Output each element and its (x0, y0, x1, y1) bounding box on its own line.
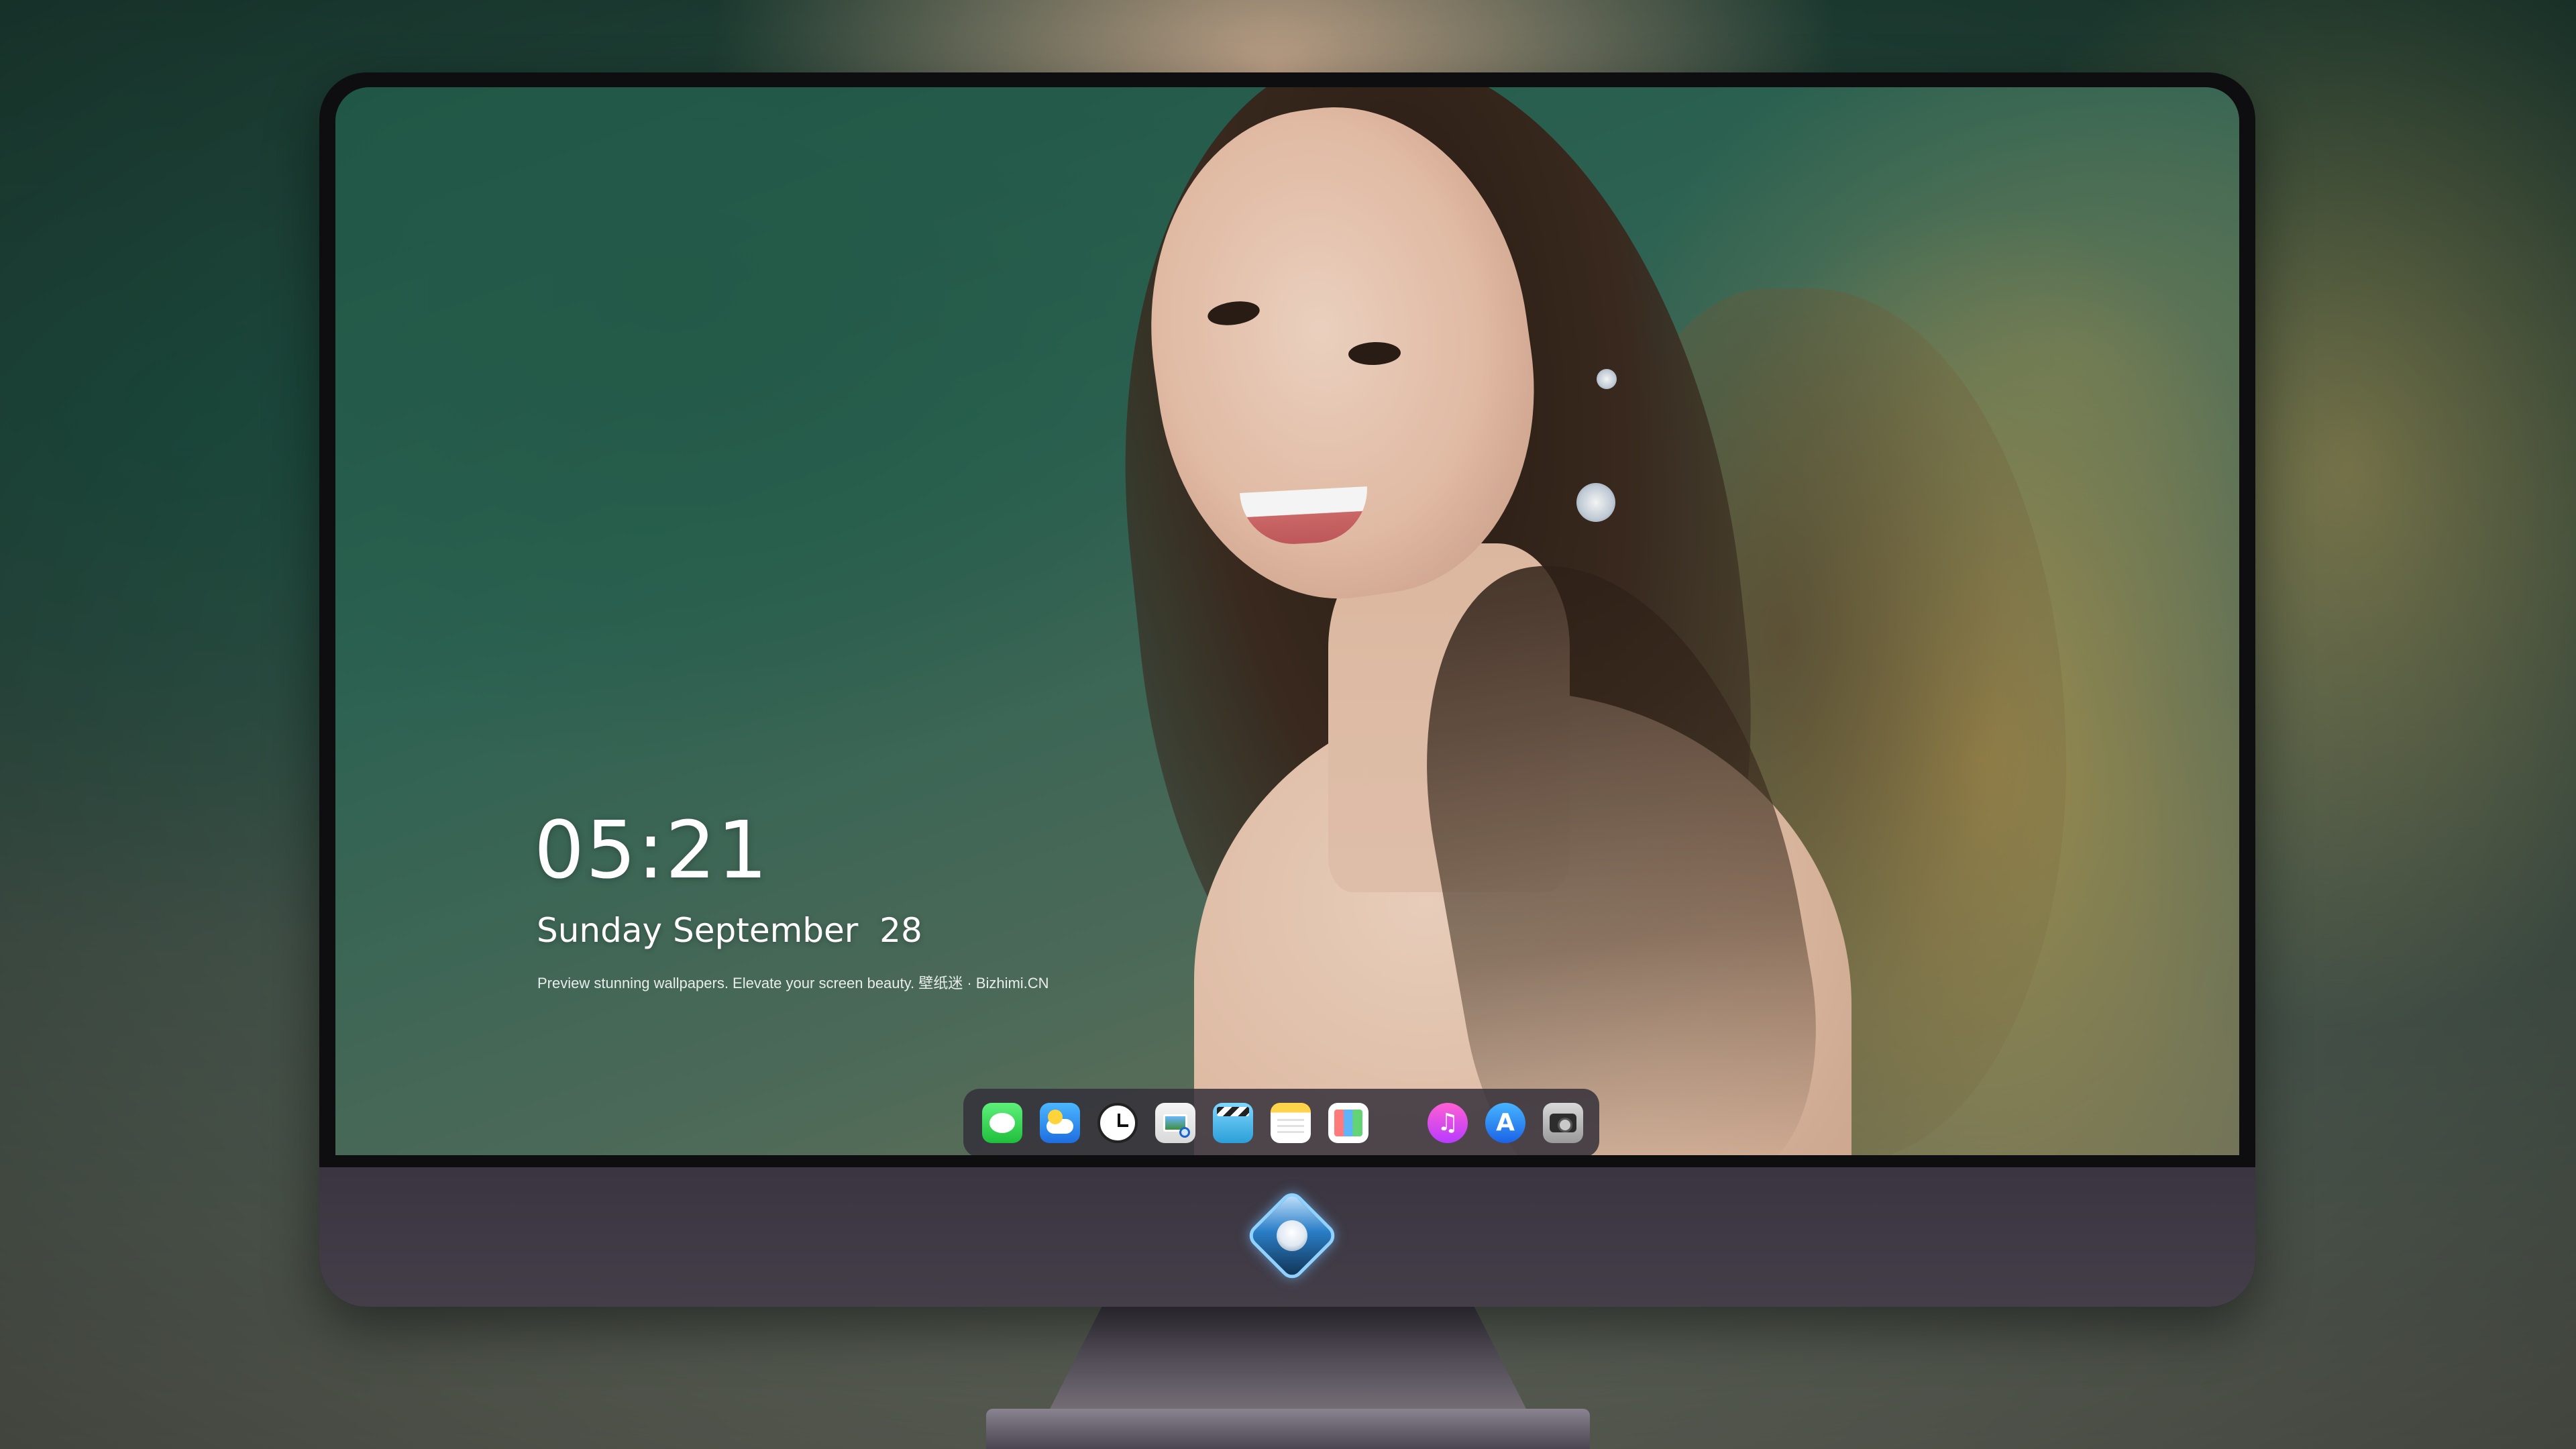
calendar-icon[interactable] (1328, 1103, 1368, 1143)
app-store-glyph: A (1496, 1109, 1515, 1136)
clapperboard-icon[interactable] (1213, 1103, 1253, 1143)
calendar-grid-icon (1334, 1110, 1362, 1136)
app-store-icon[interactable]: A (1485, 1103, 1525, 1143)
screen-overlay (335, 87, 2239, 1155)
sun-icon (1048, 1110, 1063, 1124)
dock: ♫ A (963, 1089, 1599, 1155)
monitor-stand (1046, 1301, 1529, 1415)
notepad-lines (1277, 1119, 1304, 1136)
monitor: 05:21 Sunday September 28 Preview stunni… (319, 72, 2255, 1307)
camera-icon[interactable] (1543, 1103, 1583, 1143)
mascot-logo-icon (1244, 1188, 1340, 1283)
magnifier-icon (1179, 1127, 1190, 1138)
monitor-chin (319, 1167, 2255, 1307)
screen: 05:21 Sunday September 28 Preview stunni… (335, 87, 2239, 1155)
camera-body (1550, 1114, 1576, 1132)
lockscreen-time: 05:21 (534, 804, 769, 896)
mascot-face (1277, 1220, 1307, 1251)
clapper-stripe (1217, 1107, 1249, 1116)
music-note-icon: ♫ (1436, 1109, 1459, 1136)
notes-icon[interactable] (1271, 1103, 1311, 1143)
clock-icon[interactable] (1097, 1103, 1138, 1143)
music-icon[interactable]: ♫ (1428, 1103, 1468, 1143)
messages-icon[interactable] (982, 1103, 1022, 1143)
weather-icon[interactable] (1040, 1103, 1080, 1143)
lockscreen-tagline: Preview stunning wallpapers. Elevate you… (537, 975, 1049, 991)
monitor-stand-base (986, 1409, 1590, 1449)
preview-icon[interactable] (1155, 1103, 1195, 1143)
clock-hand (1118, 1124, 1128, 1127)
lockscreen-date: Sunday September 28 (537, 911, 922, 950)
message-bubble-icon (989, 1113, 1015, 1133)
